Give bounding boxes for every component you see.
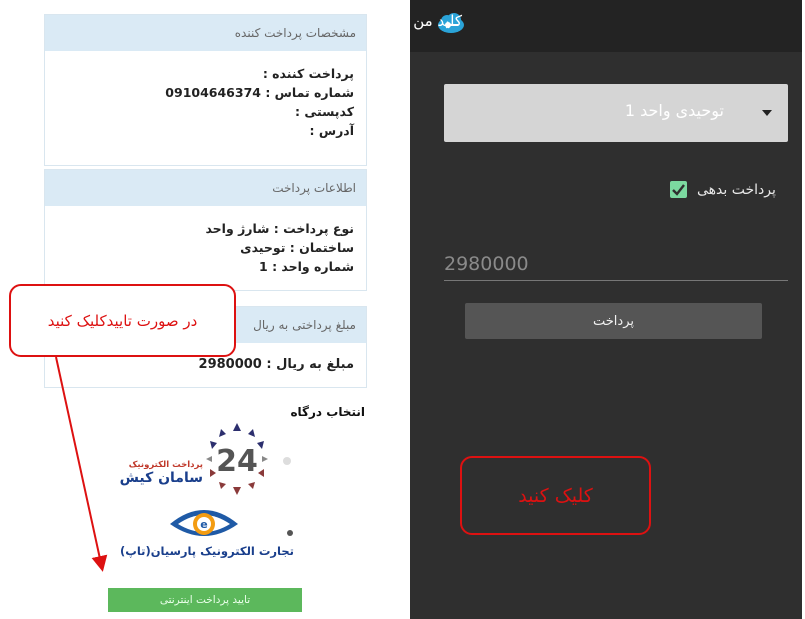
app-title: کلید من xyxy=(413,12,462,30)
amount-input[interactable]: 2980000 xyxy=(444,253,529,275)
arrow-to-confirm xyxy=(55,356,108,572)
debt-checkbox[interactable] xyxy=(670,181,687,198)
unit-dropdown-value: توحیدی واحد 1 xyxy=(624,101,724,120)
dropdown-arrow-icon xyxy=(762,110,772,116)
checkmark-icon xyxy=(672,184,685,196)
unit-dropdown[interactable]: توحیدی واحد 1 xyxy=(444,84,788,142)
pay-button[interactable]: پرداخت xyxy=(465,303,762,339)
annotation-confirm-note: در صورت تاییدکلیک کنید xyxy=(9,284,236,357)
amount-input-underline xyxy=(444,280,788,281)
app-bar: کلید من xyxy=(410,0,802,52)
annotation-click-note: کلیک کنید xyxy=(460,456,651,535)
debt-checkbox-label: پرداخت بدهی xyxy=(697,182,776,198)
